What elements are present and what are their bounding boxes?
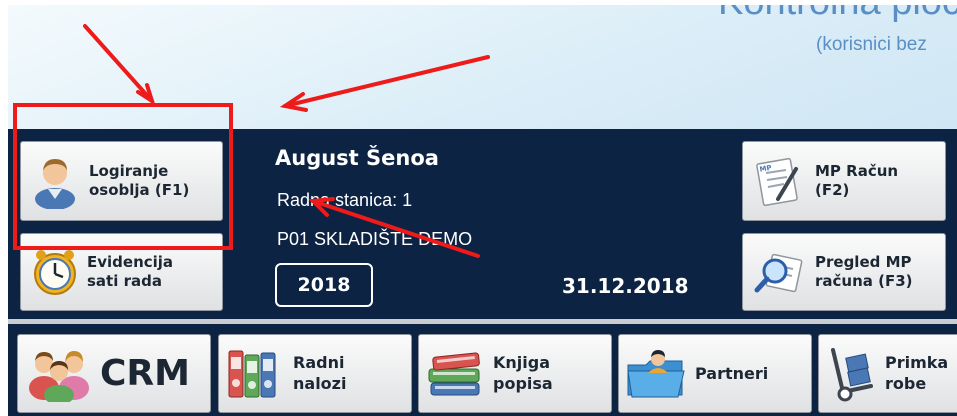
- banner-title: Kontrolna ploča: [718, 5, 957, 24]
- partners-label: Partneri: [695, 364, 769, 383]
- work-orders-label-line2: nalozi: [293, 373, 347, 393]
- attendance-label-line2: sati rada: [87, 272, 162, 290]
- magnifier-icon: [749, 249, 809, 295]
- mp-invoice-button[interactable]: MP MP Račun (F2): [742, 141, 946, 221]
- login-staff-button[interactable]: Logiranje osoblja (F1): [20, 141, 223, 221]
- module-partners-button[interactable]: Partneri: [618, 334, 812, 413]
- invoice-pen-icon: MP: [749, 155, 809, 207]
- module-goods-receipt-button[interactable]: Primka robe: [818, 334, 957, 413]
- goods-receipt-label-line1: Primka: [885, 353, 949, 373]
- login-label-line2: osoblja (F1): [89, 181, 190, 199]
- top-banner: Kontrolna ploča (korisnici bez: [8, 5, 957, 129]
- mp-review-label-line2: računa (F3): [815, 272, 913, 290]
- module-crm-button[interactable]: CRM: [17, 334, 211, 413]
- banner-subtitle: (korisnici bez: [816, 34, 927, 55]
- attendance-label-line1: Evidencija: [87, 252, 174, 271]
- inventory-book-label-line2: popisa: [493, 373, 553, 393]
- person-icon: [27, 153, 83, 209]
- login-label-line1: Logiranje: [89, 161, 169, 180]
- mp-review-label-line1: Pregled MP: [815, 252, 912, 271]
- module-work-orders-button[interactable]: Radni nalozi: [218, 334, 412, 413]
- mp-invoice-label-line2: (F2): [815, 181, 850, 199]
- crm-label: CRM: [100, 353, 190, 394]
- inventory-book-label-line1: Knjiga: [493, 353, 551, 373]
- work-orders-label-line1: Radni: [293, 353, 345, 373]
- mp-invoice-label-line1: MP Račun: [815, 161, 899, 180]
- workstation-label: Radna stanica: 1: [277, 190, 413, 210]
- current-date: 31.12.2018: [562, 274, 689, 298]
- folder-person-icon: [623, 347, 689, 401]
- attendance-button[interactable]: Evidencija sati rada: [20, 233, 223, 311]
- hand-truck-icon: [823, 346, 879, 402]
- year-selector[interactable]: 2018: [275, 263, 373, 307]
- books-icon: [423, 347, 487, 401]
- mp-review-button[interactable]: Pregled MP računa (F3): [742, 233, 946, 311]
- people-group-icon: [22, 346, 96, 402]
- logged-user-name: August Šenoa: [275, 146, 439, 170]
- binders-icon: [223, 347, 283, 401]
- clock-icon: [27, 247, 83, 297]
- store-label: P01 SKLADIŠTE DEMO: [277, 229, 473, 249]
- module-inventory-book-button[interactable]: Knjiga popisa: [418, 334, 612, 413]
- goods-receipt-label-line2: robe: [885, 373, 927, 393]
